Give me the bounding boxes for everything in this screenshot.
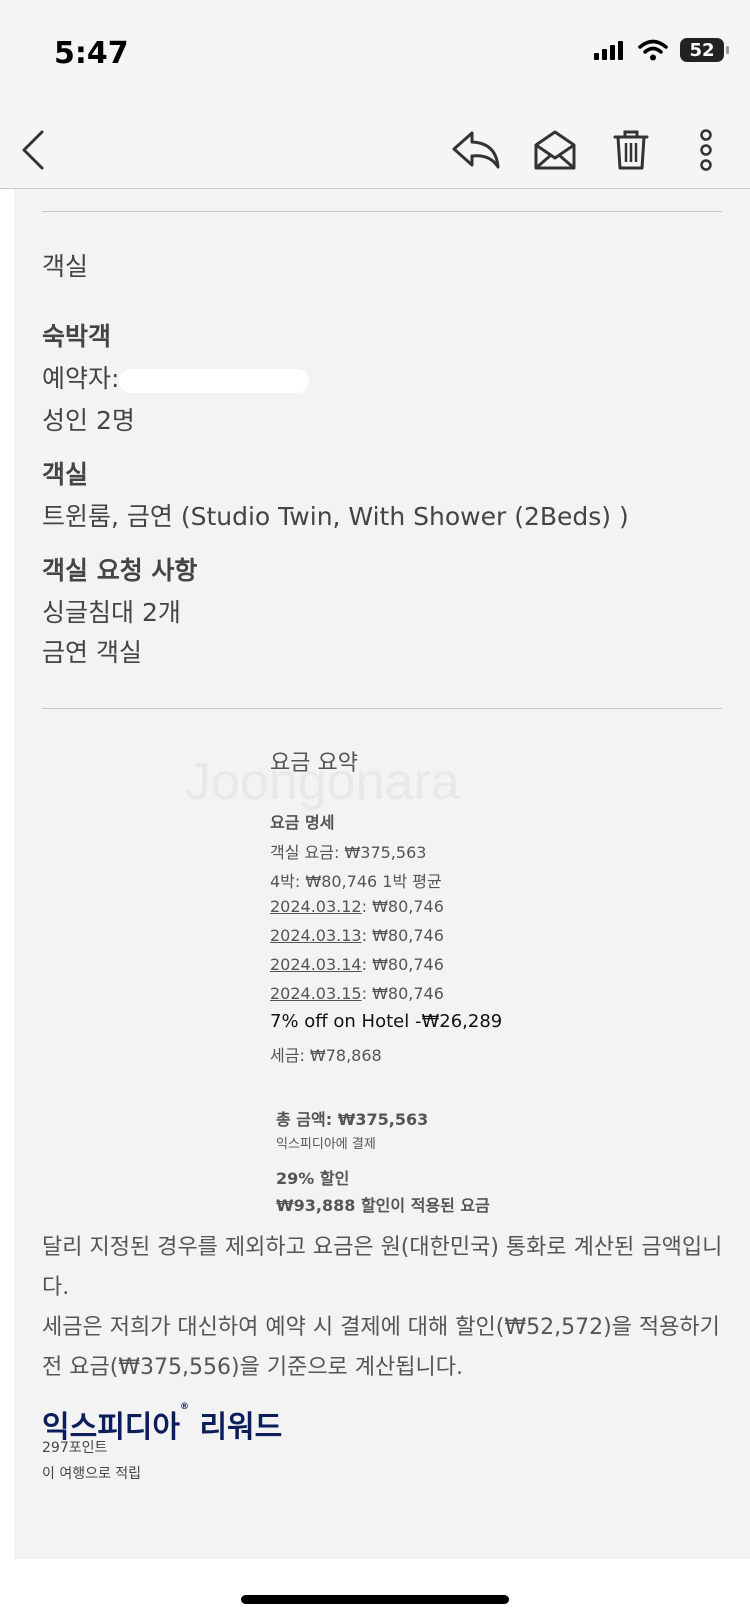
email-body: 객실 숙박객 예약자: 성인 2명 객실 트윈룸, 금연 (Studio Twi… (14, 189, 750, 1559)
night-row: 2024.03.15: ₩80,746 (270, 984, 444, 1003)
tax: 세금: ₩78,868 (270, 1046, 382, 1065)
night-amount: : ₩80,746 (361, 926, 444, 945)
delete-button[interactable] (603, 122, 659, 178)
night-date[interactable]: 2024.03.13 (270, 926, 362, 945)
request-item: 싱글침대 2개 (42, 598, 181, 627)
paid-to: 익스피디아에 결제 (276, 1137, 376, 1152)
reply-button[interactable] (448, 122, 504, 178)
booker-label: 예약자: (42, 364, 120, 393)
room-title: 객실 (42, 460, 89, 489)
room-name: 트윈룸, 금연 (Studio Twin, With Shower (2Beds… (42, 502, 629, 531)
price-details-title: 요금 명세 (270, 813, 335, 832)
rewards-suffix: 리워드 (199, 1410, 283, 1445)
envelope-open-icon (534, 130, 576, 170)
mark-unread-button[interactable] (527, 122, 583, 178)
hotel-discount: 7% off on Hotel -₩26,289 (270, 1011, 503, 1032)
chevron-left-icon (22, 130, 44, 170)
wifi-icon (638, 39, 668, 61)
rewards-earned: 이 여행으로 적립 (42, 1466, 142, 1482)
rewards-points: 297포인트 (42, 1440, 108, 1456)
nights-average: 4박: ₩80,746 1박 평균 (270, 872, 442, 891)
discount-note: ₩93,888 할인이 적용된 요금 (276, 1196, 490, 1215)
more-vertical-icon (700, 129, 712, 171)
night-row: 2024.03.12: ₩80,746 (270, 897, 444, 916)
night-row: 2024.03.14: ₩80,746 (270, 955, 444, 974)
requests-title: 객실 요청 사항 (42, 556, 198, 585)
night-date[interactable]: 2024.03.12 (270, 897, 362, 916)
trash-icon (613, 130, 649, 170)
reply-icon (452, 131, 500, 169)
more-button[interactable] (686, 122, 726, 178)
divider (42, 211, 722, 212)
night-date[interactable]: 2024.03.15 (270, 984, 362, 1003)
room-section-heading: 객실 (42, 252, 89, 281)
night-amount: : ₩80,746 (361, 955, 444, 974)
battery-icon: 52 (680, 38, 729, 62)
status-icons: 52 (594, 38, 729, 62)
guest-count: 성인 2명 (42, 406, 135, 435)
status-bar: 5:47 52 (0, 0, 750, 110)
mail-toolbar (0, 110, 750, 189)
back-button[interactable] (4, 122, 60, 178)
night-date[interactable]: 2024.03.14 (270, 955, 362, 974)
currency-note: 달리 지정된 경우를 제외하고 요금은 원(대한민국) 통화로 계산된 금액입니… (42, 1235, 723, 1300)
discount-percent: 29% 할인 (276, 1169, 350, 1188)
tax-note: 세금은 저희가 대신하여 예약 시 결제에 대해 할인(₩52,572)을 적용… (42, 1315, 720, 1380)
night-row: 2024.03.13: ₩80,746 (270, 926, 444, 945)
total-amount: 총 금액: ₩375,563 (276, 1110, 429, 1129)
watermark: Joongonara (185, 753, 460, 811)
redacted-name (119, 369, 309, 393)
request-item: 금연 객실 (42, 638, 142, 667)
cellular-signal-icon (594, 41, 623, 60)
room-charge: 객실 요금: ₩375,563 (270, 843, 427, 862)
night-amount: : ₩80,746 (361, 897, 444, 916)
night-amount: : ₩80,746 (361, 984, 444, 1003)
status-time: 5:47 (54, 36, 129, 71)
guest-title: 숙박객 (42, 322, 112, 351)
divider (42, 708, 722, 709)
home-indicator[interactable] (241, 1595, 509, 1604)
